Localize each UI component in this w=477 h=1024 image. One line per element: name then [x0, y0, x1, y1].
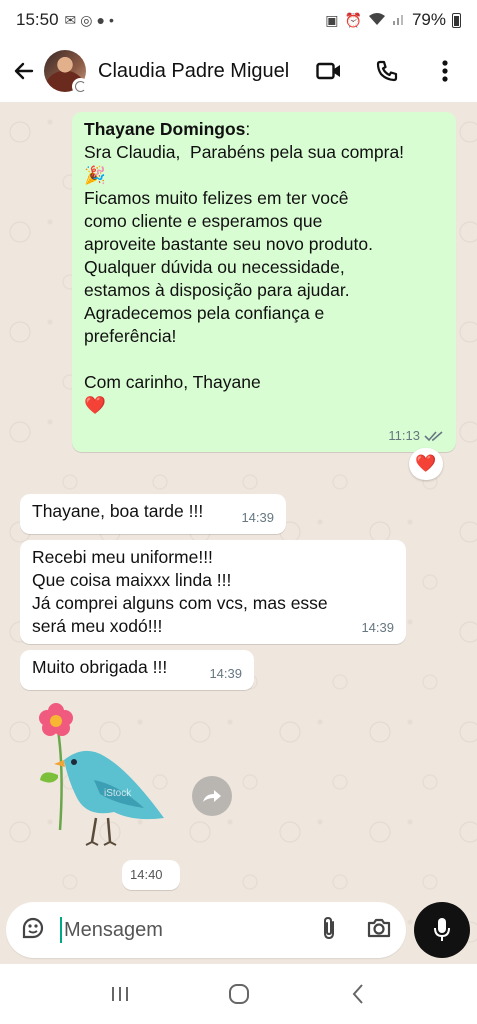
signal-icon [392, 12, 406, 29]
forward-icon[interactable] [192, 776, 232, 816]
message-line [84, 348, 444, 371]
battery-percent: 79% [411, 10, 446, 29]
message-line: Thayane, boa tarde !!! [32, 501, 204, 521]
gmail-icon: ✉ [64, 11, 77, 28]
message-bubble-incoming[interactable]: Muito obrigada !!! 14:39 [20, 650, 254, 690]
message-time: 11:13 [388, 424, 444, 447]
video-camera-icon[interactable] [315, 57, 343, 85]
sticker-watermark: iStock [104, 788, 132, 799]
wifi-icon [368, 12, 386, 29]
message-sender: Thayane Domingos [84, 119, 246, 139]
whatsapp-icon: ◎ [80, 11, 93, 28]
battery-icon [452, 12, 461, 28]
message-line: será meu xodó!!! [32, 616, 163, 636]
arrow-left-icon[interactable] [10, 57, 38, 85]
chat-header: Claudia Padre Miguel [0, 40, 477, 102]
heart-emoji: ❤️ [84, 395, 106, 415]
recent-apps-icon[interactable] [100, 974, 140, 1014]
message-bubble-incoming[interactable]: Thayane, boa tarde !!! 14:39 [20, 494, 286, 534]
status-ring-icon [72, 78, 89, 95]
microphone-icon [434, 918, 450, 941]
dnd-icon: ▣ [325, 11, 339, 28]
system-icons: ▣ ⏰ 79% [325, 10, 461, 30]
notification-icons: ✉ ◎ ● • [65, 12, 114, 29]
bird-flower-sticker[interactable]: iStock [34, 700, 174, 860]
message-line: Ficamos muito felizes em ter você [84, 188, 349, 208]
compose-bar: Mensagem [6, 902, 406, 958]
compose-actions [320, 915, 392, 946]
back-nav-icon[interactable] [338, 974, 378, 1014]
status-bar: 15:50 ✉ ◎ ● • ▣ ⏰ 79% [0, 0, 477, 40]
reaction-badge[interactable]: ❤️ [409, 448, 443, 480]
message-input[interactable]: Mensagem [60, 917, 320, 943]
message-bubble-incoming[interactable]: Recebi meu uniforme!!! Que coisa maixxx … [20, 540, 406, 644]
chat-icon: ● [96, 12, 105, 28]
sticker-icon[interactable] [20, 915, 46, 946]
message-line: Agradecemos pela confiança e [84, 303, 325, 323]
message-line: preferência! [84, 326, 177, 346]
system-nav-bar [0, 964, 477, 1024]
party-popper-emoji: 🎉 [84, 165, 106, 185]
message-line: Que coisa maixxx linda !!! [32, 570, 232, 590]
message-time: 14:39 [241, 510, 274, 525]
phone-icon[interactable] [373, 57, 401, 85]
message-line: aproveite bastante seu novo produto. [84, 234, 373, 254]
message-time: 14:39 [361, 620, 394, 635]
avatar[interactable] [44, 50, 89, 95]
message-line: Já comprei alguns com vcs, mas esse [32, 593, 328, 613]
message-line: Qualquer dúvida ou necessidade, [84, 257, 345, 277]
status-time: 15:50 [16, 10, 59, 29]
microphone-button[interactable] [414, 902, 470, 958]
header-actions [315, 57, 467, 85]
contact-name[interactable]: Claudia Padre Miguel [98, 60, 289, 83]
message-line: como cliente e esperamos que [84, 211, 323, 231]
message-time-text: 11:13 [388, 428, 420, 443]
sticker-time: 14:40 [122, 860, 180, 890]
message-line: Sra Claudia, Parabéns pela sua compra! [84, 142, 405, 162]
message-line: Com carinho, Thayane [84, 372, 261, 392]
alarm-icon: ⏰ [344, 11, 362, 28]
chat-area[interactable]: Thayane Domingos: Sra Claudia, Parabéns … [0, 102, 477, 964]
double-check-icon [424, 430, 443, 441]
camera-icon[interactable] [366, 917, 392, 944]
message-bubble-outgoing[interactable]: Thayane Domingos: Sra Claudia, Parabéns … [72, 112, 456, 452]
message-line: Recebi meu uniforme!!! [32, 547, 213, 567]
more-notifications-icon: • [108, 12, 114, 28]
more-vertical-icon[interactable] [431, 57, 459, 85]
message-line: estamos à disposição para ajudar. [84, 280, 350, 300]
message-time: 14:39 [209, 666, 242, 681]
paperclip-icon[interactable] [320, 915, 338, 946]
home-icon[interactable] [219, 974, 259, 1014]
heart-reaction-icon: ❤️ [415, 454, 437, 473]
